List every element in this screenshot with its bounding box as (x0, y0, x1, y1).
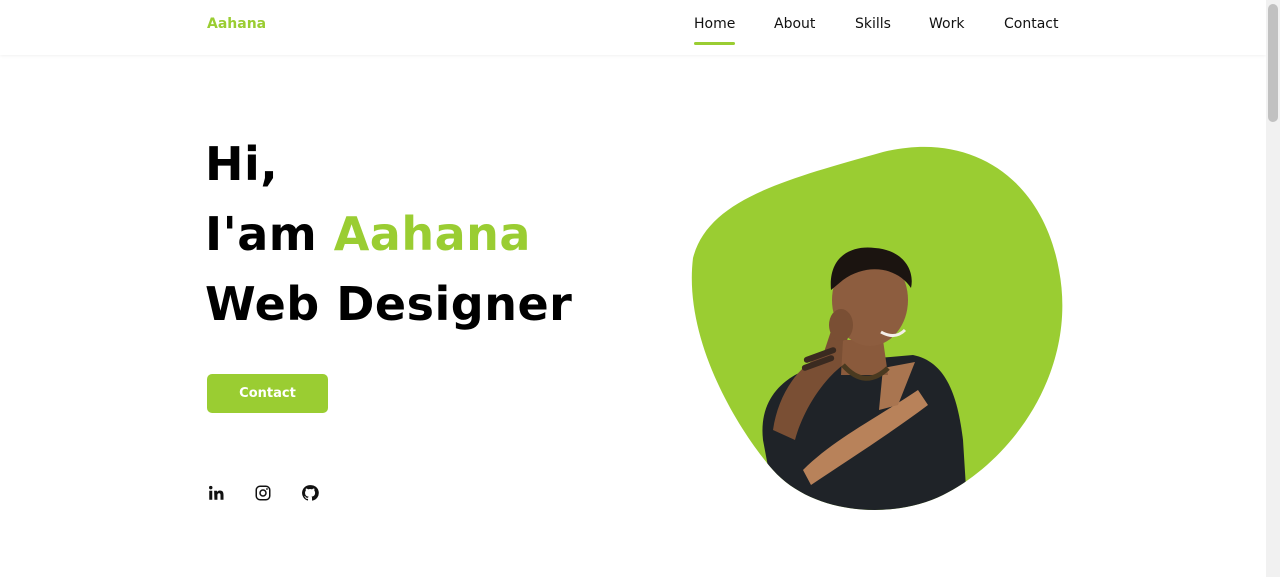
linkedin-icon[interactable] (207, 484, 225, 502)
nav-about-link[interactable]: About (774, 16, 815, 32)
hero-name: Aahana (333, 207, 531, 261)
site-logo[interactable]: Aahana (207, 16, 266, 32)
hero-role: Web Designer (205, 277, 573, 331)
instagram-icon[interactable] (254, 484, 272, 502)
site-header: Aahana Home About Skills Work Contact (0, 0, 1266, 55)
contact-button[interactable]: Contact (207, 374, 328, 413)
nav-contact-link[interactable]: Contact (1004, 16, 1058, 32)
hero-image (683, 140, 1063, 510)
hero-intro: I'am Aahana (205, 207, 531, 261)
scrollbar-thumb[interactable] (1268, 4, 1278, 122)
hero-greeting: Hi, (205, 137, 279, 191)
page-scrollbar[interactable] (1266, 0, 1280, 577)
nav-skills-link[interactable]: Skills (855, 16, 891, 32)
github-icon[interactable] (301, 484, 319, 502)
hero-intro-prefix: I'am (205, 207, 318, 261)
nav-work-link[interactable]: Work (929, 16, 964, 32)
nav-home-link[interactable]: Home (694, 16, 736, 45)
